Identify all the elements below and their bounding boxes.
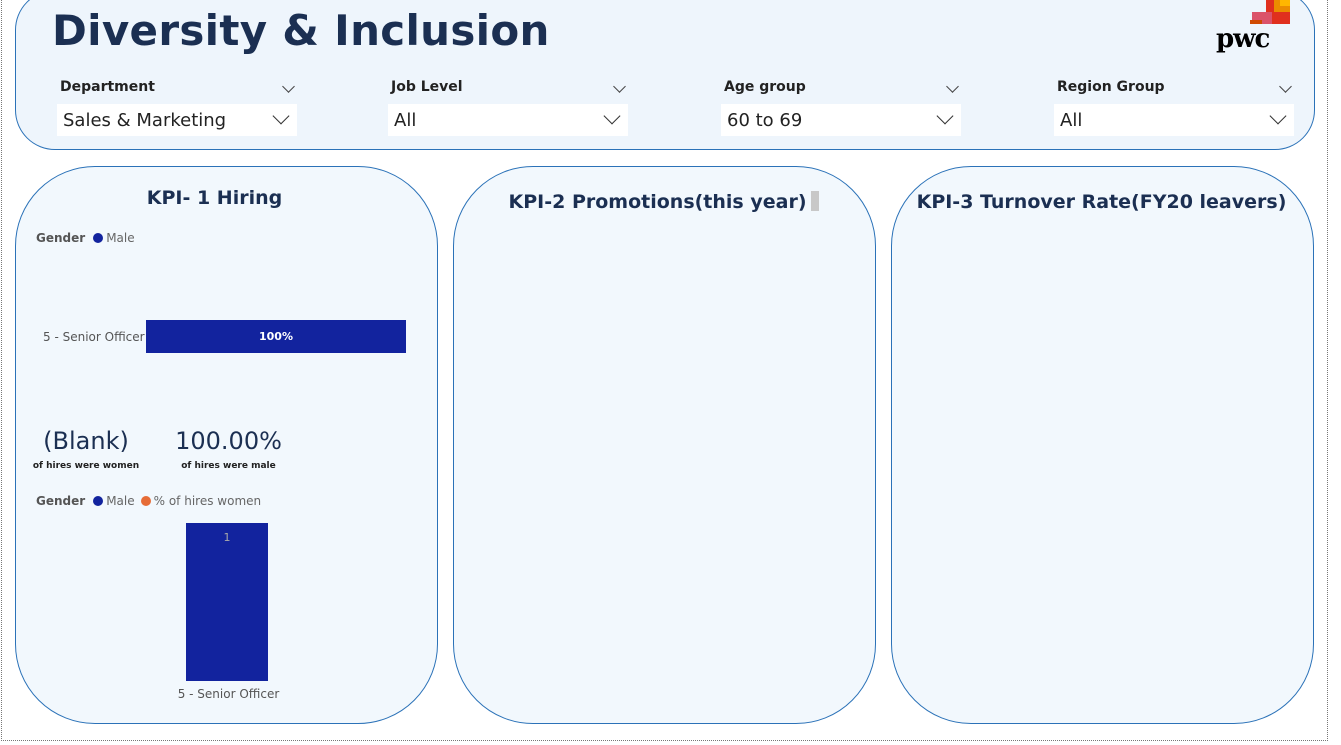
- legend-title: Gender: [36, 494, 86, 508]
- legend-title: Gender: [36, 231, 86, 245]
- slicer-value: All: [1060, 110, 1083, 131]
- chevron-down-icon[interactable]: [272, 107, 290, 125]
- page-title: Diversity & Inclusion: [52, 6, 550, 55]
- legend-item-women: % of hires women: [153, 494, 262, 508]
- kpi2-panel: KPI-2 Promotions(this year): [453, 166, 876, 724]
- region-group-dropdown[interactable]: All: [1054, 104, 1294, 136]
- age-group-dropdown[interactable]: 60 to 69: [721, 104, 961, 136]
- legend-item-male: Male: [106, 231, 135, 245]
- slicer-value: 60 to 69: [727, 110, 803, 131]
- chevron-down-icon[interactable]: [946, 80, 959, 93]
- text-cursor: [810, 191, 819, 211]
- kpi3-panel: KPI-3 Turnover Rate(FY20 leavers): [891, 166, 1314, 724]
- chevron-down-icon[interactable]: [613, 80, 626, 93]
- slicer-value: All: [394, 110, 417, 131]
- male-legend-dot: [93, 233, 104, 243]
- kpi1-legend-top: Gender Male: [36, 231, 135, 245]
- male-hires-value: 100.00%: [175, 427, 282, 455]
- kpi1-legend-bottom: Gender Male % of hires women: [36, 494, 261, 508]
- bar-data-label: 100%: [259, 330, 293, 343]
- kpi1-title: KPI- 1 Hiring: [146, 187, 283, 209]
- column-category-label: 5 - Senior Officer: [177, 687, 280, 701]
- chevron-down-icon[interactable]: [936, 107, 954, 125]
- pwc-logo-text: pwc: [1216, 24, 1270, 54]
- male-hires-caption: of hires were male: [181, 461, 276, 471]
- kpi1-panel: KPI- 1 Hiring Gender Male 5 - Senior Off…: [15, 166, 438, 724]
- slicer-label: Department: [60, 79, 155, 95]
- kpi2-title: KPI-2 Promotions(this year): [508, 191, 807, 213]
- slicer-department[interactable]: Department Sales & Marketing: [57, 76, 297, 136]
- slicer-job-level[interactable]: Job Level All: [388, 76, 628, 136]
- hiring-column-male[interactable]: [186, 523, 268, 681]
- bar-category-label: 5 - Senior Officer: [43, 330, 145, 344]
- chevron-down-icon[interactable]: [282, 80, 295, 93]
- department-dropdown[interactable]: Sales & Marketing: [57, 104, 297, 136]
- column-data-label: 1: [223, 531, 231, 544]
- chevron-down-icon[interactable]: [1279, 80, 1292, 93]
- slicer-label: Region Group: [1057, 79, 1165, 95]
- pwc-logo: pwc: [1216, 0, 1296, 56]
- kpi3-title: KPI-3 Turnover Rate(FY20 leavers): [916, 191, 1287, 213]
- slicer-age-group[interactable]: Age group 60 to 69: [721, 76, 961, 136]
- chevron-down-icon[interactable]: [603, 107, 621, 125]
- hiring-bar-male[interactable]: 100%: [146, 320, 406, 353]
- women-hires-value: (Blank): [43, 427, 129, 455]
- slicer-region-group[interactable]: Region Group All: [1054, 76, 1294, 136]
- legend-item-male: Male: [106, 494, 135, 508]
- slicer-label: Age group: [724, 79, 806, 95]
- women-hires-caption: of hires were women: [32, 461, 140, 471]
- women-legend-dot: [140, 496, 151, 506]
- job-level-dropdown[interactable]: All: [388, 104, 628, 136]
- kpi2-title-row: KPI-2 Promotions(this year): [453, 191, 874, 213]
- male-legend-dot: [93, 496, 104, 506]
- chevron-down-icon[interactable]: [1269, 107, 1287, 125]
- slicer-label: Job Level: [391, 79, 463, 95]
- slicer-value: Sales & Marketing: [63, 110, 227, 131]
